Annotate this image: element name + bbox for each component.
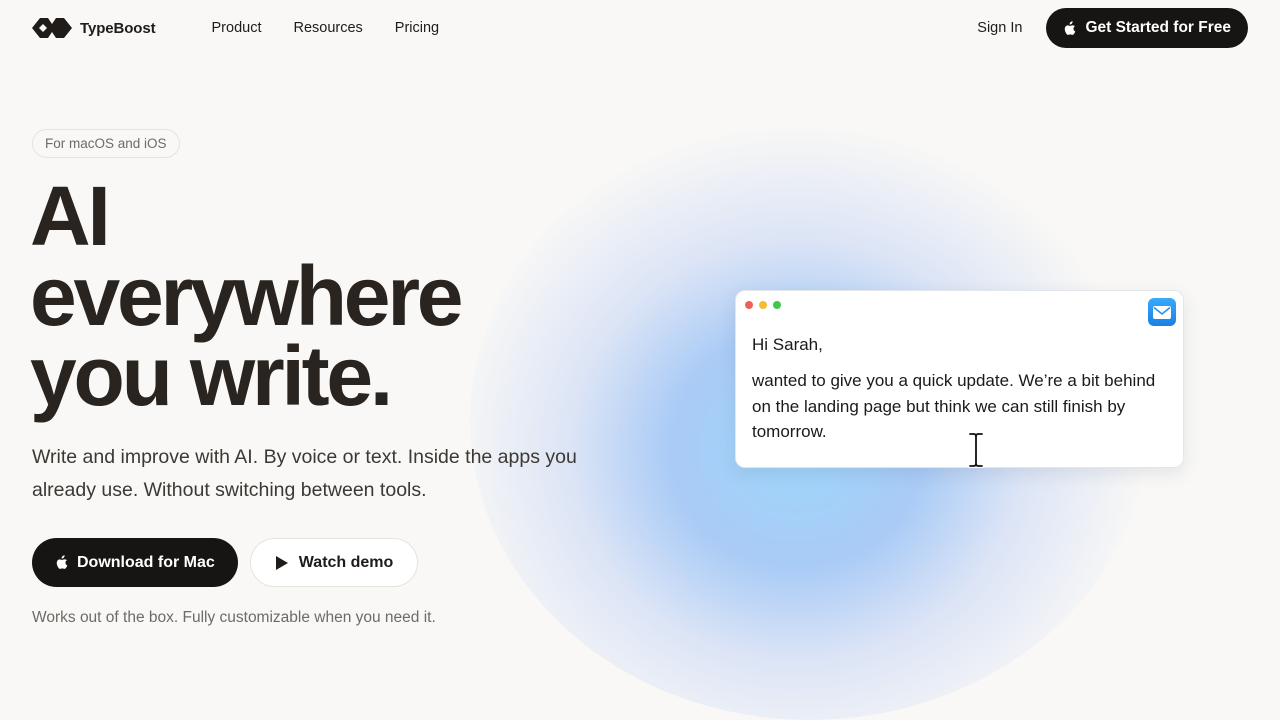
hero-headline: AI everywhere you write. — [30, 169, 464, 423]
apple-icon — [1065, 20, 1076, 35]
headline-line-1: AI — [30, 169, 111, 263]
hero-actions: Download for Mac Watch demo — [32, 538, 419, 587]
brand-name: TypeBoost — [80, 19, 156, 37]
headline-line-3: you write. — [30, 329, 393, 423]
apple-icon — [56, 555, 68, 569]
top-navigation: TypeBoost Product Resources Pricing Sign… — [0, 0, 1280, 56]
text-cursor-icon — [968, 432, 984, 468]
primary-nav: Product Resources Pricing — [212, 20, 440, 36]
headline-line-2: everywhere — [30, 249, 464, 343]
platform-badge: For macOS and iOS — [32, 129, 180, 158]
mail-icon — [1148, 298, 1176, 326]
nav-link-pricing[interactable]: Pricing — [395, 20, 439, 36]
window-controls — [745, 301, 781, 309]
watch-demo-button[interactable]: Watch demo — [249, 538, 419, 587]
minimize-dot-icon — [759, 301, 767, 309]
get-started-label: Get Started for Free — [1085, 19, 1231, 36]
typeboost-logo-icon — [32, 18, 72, 38]
close-dot-icon — [745, 301, 753, 309]
nav-link-product[interactable]: Product — [212, 20, 262, 36]
nav-link-resources[interactable]: Resources — [293, 20, 362, 36]
play-icon — [275, 555, 288, 570]
zoom-dot-icon — [773, 301, 781, 309]
sign-in-link[interactable]: Sign In — [977, 20, 1022, 36]
download-for-mac-button[interactable]: Download for Mac — [32, 538, 238, 587]
email-compose-mockup: Hi Sarah, wanted to give you a quick upd… — [735, 290, 1184, 468]
watch-demo-label: Watch demo — [298, 553, 394, 571]
nav-actions: Sign In Get Started for Free — [977, 8, 1248, 48]
download-label: Download for Mac — [77, 553, 215, 571]
get-started-button[interactable]: Get Started for Free — [1046, 8, 1248, 48]
brand-logo-link[interactable]: TypeBoost — [32, 18, 156, 38]
hero-subtitle: Write and improve with AI. By voice or t… — [32, 446, 577, 501]
email-body: wanted to give you a quick update. We’re… — [752, 371, 1156, 441]
hero-footnote: Works out of the box. Fully customizable… — [32, 609, 436, 626]
email-greeting: Hi Sarah, — [752, 335, 823, 354]
